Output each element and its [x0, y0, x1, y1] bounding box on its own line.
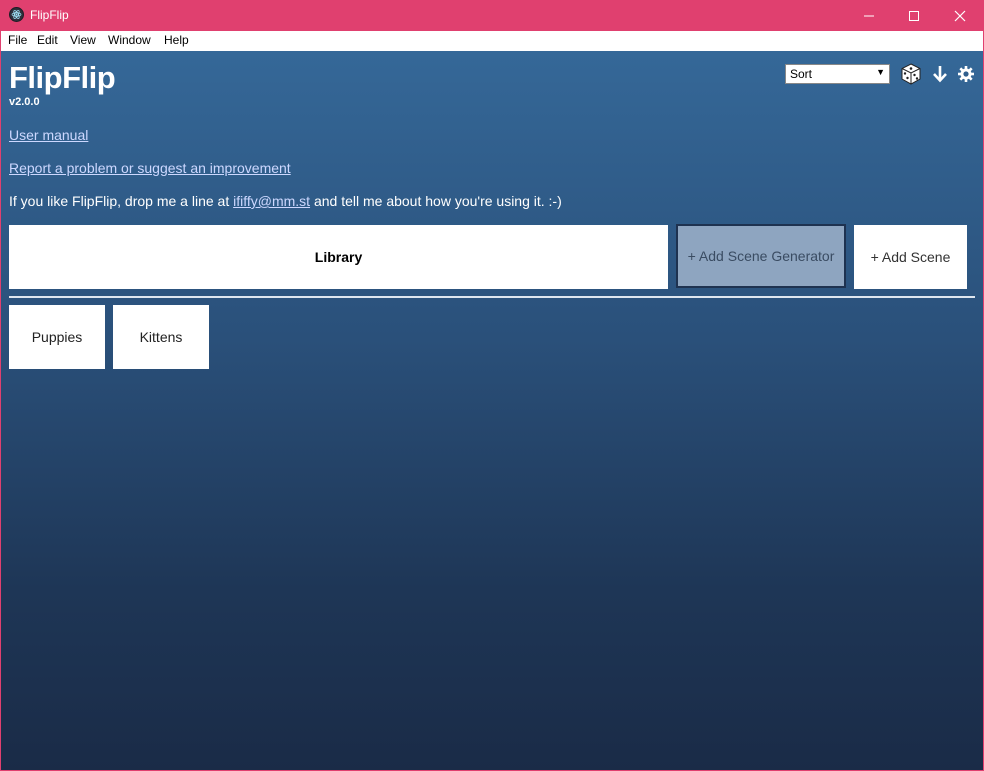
settings-button[interactable] [954, 62, 978, 86]
sort-select[interactable]: Sort ▼ [785, 64, 890, 84]
title-bar[interactable]: FlipFlip [0, 0, 984, 31]
main-content: FlipFlip v2.0.0 User manual Report a pro… [1, 51, 983, 770]
contact-suffix: and tell me about how you're using it. :… [310, 193, 562, 209]
close-button[interactable] [937, 0, 983, 31]
scene-tile-kittens[interactable]: Kittens [113, 305, 209, 369]
menu-bar: File Edit View Window Help [0, 31, 984, 52]
maximize-button[interactable] [891, 0, 937, 31]
gear-icon [958, 66, 974, 82]
contact-text: If you like FlipFlip, drop me a line at … [9, 193, 562, 209]
user-manual-link[interactable]: User manual [9, 127, 88, 143]
minimize-icon [864, 15, 874, 16]
scene-tile-puppies[interactable]: Puppies [9, 305, 105, 369]
version-label: v2.0.0 [9, 96, 40, 108]
menu-help[interactable]: Help [164, 33, 189, 47]
electron-icon [9, 7, 24, 22]
menu-file[interactable]: File [8, 33, 27, 47]
maximize-icon [909, 10, 919, 21]
dice-icon [901, 63, 921, 85]
app-title: FlipFlip [9, 60, 116, 95]
arrow-down-icon [933, 66, 947, 83]
add-scene-button[interactable]: + Add Scene [854, 225, 967, 289]
minimize-button[interactable] [846, 0, 892, 31]
divider [9, 296, 975, 298]
menu-edit[interactable]: Edit [37, 33, 58, 47]
library-button[interactable]: Library [9, 225, 668, 289]
window-title: FlipFlip [30, 8, 69, 22]
menu-view[interactable]: View [70, 33, 96, 47]
import-button[interactable] [928, 62, 952, 86]
contact-prefix: If you like FlipFlip, drop me a line at [9, 193, 234, 209]
dropdown-arrow-icon: ▼ [876, 67, 885, 77]
sort-select-value: Sort [790, 67, 813, 81]
add-scene-generator-button[interactable]: + Add Scene Generator [676, 224, 846, 288]
randomize-button[interactable] [899, 62, 923, 86]
report-problem-link[interactable]: Report a problem or suggest an improveme… [9, 160, 291, 176]
close-icon [954, 10, 966, 21]
menu-window[interactable]: Window [108, 33, 151, 47]
email-link[interactable]: ififfy@mm.st [233, 193, 310, 209]
